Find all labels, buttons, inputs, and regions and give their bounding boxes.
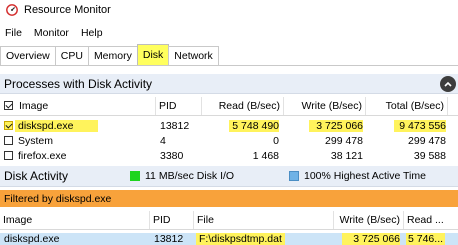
column-write[interactable]: Write (B/sec) [284,97,366,115]
active-time-text: 100% Highest Active Time [304,170,426,182]
title-bar: Resource Monitor [0,0,458,20]
menu-bar: File Monitor Help [0,25,109,41]
activity-write: 3 725 066 [342,233,400,245]
chevron-up-icon [444,81,452,87]
table-row[interactable]: diskspd.exe 13812 5 748 490 3 725 066 9 … [0,120,458,132]
row-checkbox[interactable] [4,136,13,145]
window-title: Resource Monitor [24,4,111,16]
resource-monitor-icon [6,4,18,16]
select-all-checkbox[interactable] [4,101,13,110]
tab-memory[interactable]: Memory [87,46,138,65]
row-checkbox[interactable] [4,151,13,160]
process-read: 5 748 490 [229,120,279,132]
tab-network[interactable]: Network [168,46,219,65]
activity-file: F:\diskpsdtmp.dat [196,233,285,245]
tab-disk[interactable]: Disk [136,44,170,65]
process-write: 38 121 [330,150,363,162]
process-write: 3 725 066 [309,120,363,132]
filter-bar: Filtered by diskspd.exe [0,190,458,207]
activity-pid: 13812 [154,233,184,245]
process-pid: 4 [160,135,166,147]
process-total: 39 588 [413,150,446,162]
activity-image: diskspd.exe [4,233,60,245]
disk-activity-title: Disk Activity [4,169,69,183]
table-row[interactable]: firefox.exe 3380 1 468 38 121 39 588 [0,150,458,162]
column-pid[interactable]: PID [150,211,194,229]
table-row[interactable]: diskspd.exe 13812 F:\diskpsdtmp.dat 3 72… [0,233,458,245]
row-checkbox[interactable] [4,121,13,130]
tab-bar: Overview CPU Memory Disk Network [0,44,458,66]
column-read[interactable]: Read (B/sec) [202,97,284,115]
process-pid: 3380 [160,150,184,162]
process-total: 299 478 [408,135,446,147]
menu-file[interactable]: File [0,27,28,39]
menu-monitor[interactable]: Monitor [28,27,75,39]
process-image: firefox.exe [18,150,67,162]
process-write: 299 478 [325,135,363,147]
column-image[interactable]: Image [16,97,156,115]
column-file[interactable]: File [194,211,334,229]
processes-section-title: Processes with Disk Activity [4,76,153,91]
processes-section-header[interactable]: Processes with Disk Activity [0,74,458,94]
process-image: diskspd.exe [15,120,98,132]
column-pid[interactable]: PID [156,97,202,115]
menu-help[interactable]: Help [75,27,109,39]
collapse-processes-button[interactable] [440,76,456,92]
column-read[interactable]: Read ... [404,211,458,229]
process-image: System [18,135,54,147]
process-read: 0 [273,135,279,147]
active-time-legend-swatch [289,171,299,181]
table-row[interactable]: System 4 0 299 478 299 478 [0,135,458,147]
column-total[interactable]: Total (B/sec) [366,97,448,115]
processes-column-header-row: Image PID Read (B/sec) Write (B/sec) Tot… [0,97,458,116]
filter-text: Filtered by diskspd.exe [4,192,112,205]
column-write[interactable]: Write (B/sec) [334,211,404,229]
disk-activity-section-header[interactable]: Disk Activity 11 MB/sec Disk I/O 100% Hi… [0,166,458,187]
process-read: 1 468 [252,150,279,162]
activity-read: 5 746... [406,233,446,245]
process-total: 9 473 556 [394,120,446,132]
disk-io-text: 11 MB/sec Disk I/O [145,170,235,182]
disk-io-legend-swatch [130,171,140,181]
tab-overview[interactable]: Overview [0,46,56,65]
activity-column-header-row: Image PID File Write (B/sec) Read ... [0,211,458,230]
process-pid: 13812 [160,120,190,132]
tab-cpu[interactable]: CPU [54,46,89,65]
column-image[interactable]: Image [0,211,150,229]
